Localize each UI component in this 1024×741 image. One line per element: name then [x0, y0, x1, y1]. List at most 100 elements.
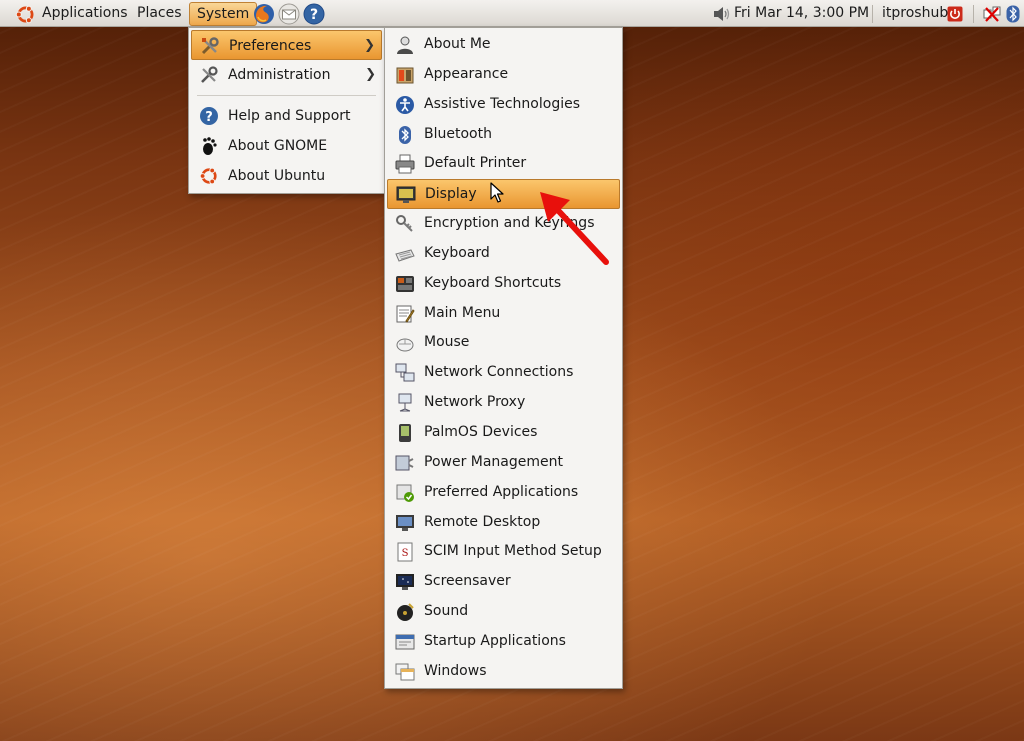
appearance-icon — [396, 67, 414, 84]
top-panel: Applications Places System ? Fri Mar 14,… — [0, 0, 1024, 27]
keyring-icon — [396, 215, 413, 232]
menu-item-screensaver[interactable]: Screensaver — [387, 567, 620, 597]
menu-item-main-menu[interactable]: Main Menu — [387, 299, 620, 329]
menu-item-preferences[interactable]: Preferences ❯ — [191, 30, 382, 60]
menu-item-label: Network Proxy — [424, 394, 526, 411]
scim-icon: S — [397, 542, 413, 562]
menu-item-label: Windows — [424, 662, 487, 679]
menu-item-label: Appearance — [424, 65, 509, 82]
places-menu[interactable]: Places — [137, 0, 182, 27]
menu-item-administration[interactable]: Administration ❯ — [191, 60, 382, 90]
menu-item-sound[interactable]: Sound — [387, 597, 620, 627]
menu-item-scim-input-method-setup[interactable]: S SCIM Input Method Setup — [387, 537, 620, 567]
menu-item-startup-applications[interactable]: Startup Applications — [387, 627, 620, 657]
mail-icon[interactable] — [278, 3, 300, 25]
administration-icon — [201, 66, 218, 83]
mouse-pointer-icon — [490, 182, 504, 203]
menu-item-label: Mouse — [424, 334, 470, 351]
help-icon[interactable]: ? — [303, 3, 325, 25]
svg-text:?: ? — [310, 7, 318, 23]
preferred-apps-icon — [396, 484, 414, 502]
svg-text:?: ? — [205, 110, 213, 125]
printer-icon — [395, 154, 415, 174]
mouse-icon — [396, 338, 414, 352]
svg-text:S: S — [402, 548, 409, 559]
sound-icon — [397, 603, 414, 622]
menu-item-windows[interactable]: Windows — [387, 657, 620, 687]
clock[interactable]: Fri Mar 14, 3:00 PM — [734, 0, 869, 27]
menu-item-network-proxy[interactable]: Network Proxy — [387, 388, 620, 418]
chevron-right-icon: ❯ — [365, 67, 376, 82]
ubuntu-logo-icon[interactable] — [15, 4, 36, 25]
menu-item-label: About Me — [424, 36, 491, 52]
menu-item-label: Remote Desktop — [424, 513, 541, 530]
preferences-icon — [201, 37, 219, 55]
user-icon — [397, 36, 413, 54]
menu-item-label: Administration — [228, 67, 331, 83]
panel-separator — [872, 5, 873, 23]
menu-item-keyboard-shortcuts[interactable]: Keyboard Shortcuts — [387, 269, 620, 299]
chevron-right-icon: ❯ — [364, 38, 375, 53]
menu-item-preferred-applications[interactable]: Preferred Applications — [387, 478, 620, 508]
menu-item-label: Main Menu — [424, 304, 501, 321]
menu-item-mouse[interactable]: Mouse — [387, 328, 620, 358]
menu-separator — [197, 95, 376, 96]
applications-menu[interactable]: Applications — [42, 0, 128, 27]
gnome-foot-icon — [203, 137, 217, 155]
keyboard-shortcuts-icon — [396, 275, 414, 292]
menu-item-label: Preferred Applications — [424, 483, 579, 500]
menu-item-label: Assistive Technologies — [424, 95, 581, 112]
help-icon: ? — [200, 107, 218, 125]
menu-item-assistive-technologies[interactable]: Assistive Technologies — [387, 90, 620, 120]
ubuntu-icon — [199, 167, 217, 185]
shutdown-icon[interactable] — [947, 6, 963, 22]
menu-item-network-connections[interactable]: Network Connections — [387, 358, 620, 388]
menu-item-about-ubuntu[interactable]: About Ubuntu — [191, 161, 382, 191]
keyboard-icon — [395, 249, 415, 262]
menu-item-label: Default Printer — [424, 155, 527, 172]
windows-icon — [395, 663, 415, 681]
bluetooth-icon — [399, 125, 411, 144]
system-menu-button[interactable]: System — [189, 2, 258, 26]
network-status-icon[interactable] — [983, 5, 1001, 23]
menu-item-bluetooth[interactable]: Bluetooth — [387, 120, 620, 150]
menu-item-label: Startup Applications — [424, 632, 566, 649]
firefox-icon[interactable] — [253, 3, 275, 25]
user-switcher[interactable]: itproshub — [882, 0, 948, 27]
startup-icon — [395, 634, 415, 650]
main-menu-icon — [396, 305, 415, 323]
menu-item-appearance[interactable]: Appearance — [387, 60, 620, 90]
palm-device-icon — [399, 423, 411, 442]
volume-icon[interactable] — [712, 6, 732, 22]
accessibility-icon — [396, 95, 414, 114]
bluetooth-icon[interactable] — [1006, 5, 1020, 23]
menu-item-power-management[interactable]: Power Management — [387, 448, 620, 478]
menu-item-label: Sound — [424, 603, 469, 620]
menu-item-label: Screensaver — [424, 573, 511, 590]
power-management-icon — [395, 455, 414, 471]
system-menu: Preferences ❯ Administration ❯ ? Help an… — [188, 27, 385, 194]
remote-desktop-icon — [396, 514, 414, 531]
menu-item-label: Power Management — [424, 453, 564, 470]
display-icon — [396, 186, 416, 204]
menu-item-palmos-devices[interactable]: PalmOS Devices — [387, 418, 620, 448]
panel-separator — [973, 5, 974, 23]
menu-item-label: PalmOS Devices — [424, 423, 538, 440]
menu-item-label: Bluetooth — [424, 125, 492, 142]
menu-item-label: Display — [425, 186, 477, 203]
annotation-arrow-icon — [540, 192, 609, 265]
menu-item-label: Keyboard Shortcuts — [424, 274, 562, 291]
menu-item-label: Help and Support — [228, 108, 351, 124]
menu-item-remote-desktop[interactable]: Remote Desktop — [387, 508, 620, 538]
menu-item-label: Network Connections — [424, 364, 574, 381]
menu-item-default-printer[interactable]: Default Printer — [387, 149, 620, 179]
menu-item-label: Keyboard — [424, 244, 490, 261]
menu-item-about-gnome[interactable]: About GNOME — [191, 131, 382, 161]
network-connections-icon — [395, 363, 415, 382]
menu-item-label: About Ubuntu — [228, 168, 326, 184]
menu-item-help-and-support[interactable]: ? Help and Support — [191, 101, 382, 131]
menu-item-label: SCIM Input Method Setup — [424, 543, 602, 560]
menu-item-about-me[interactable]: About Me — [387, 30, 620, 60]
network-proxy-icon — [398, 393, 412, 412]
screensaver-icon — [396, 574, 414, 591]
